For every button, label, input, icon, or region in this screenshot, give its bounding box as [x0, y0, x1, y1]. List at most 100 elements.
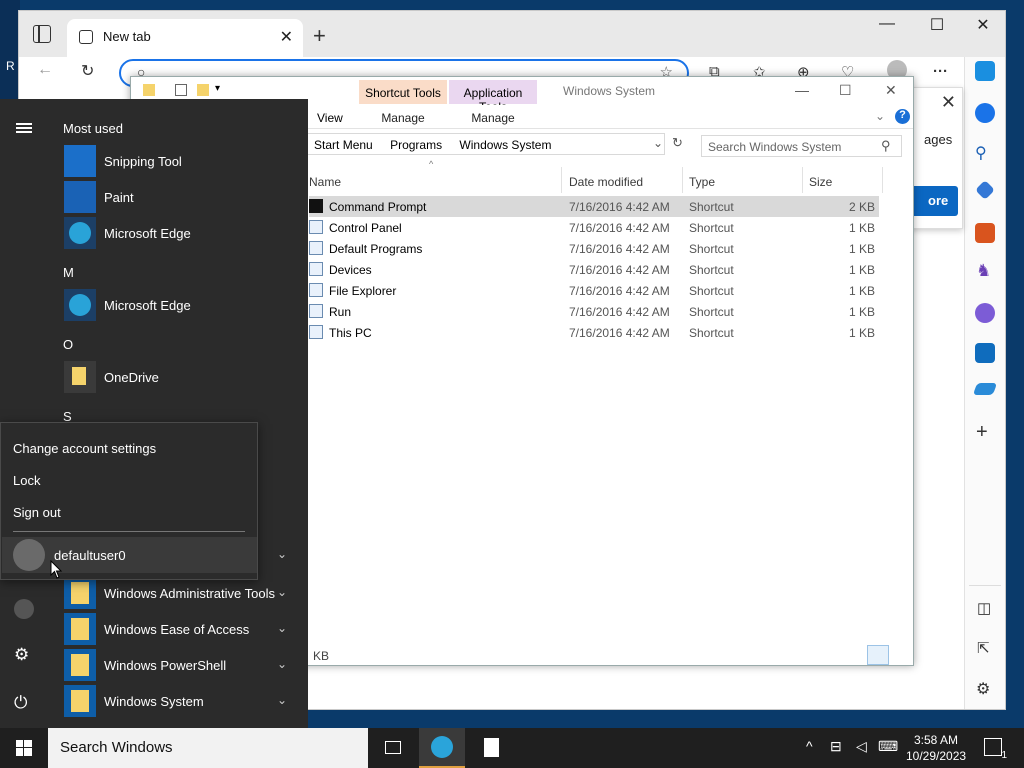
shortcut-icon: [309, 220, 323, 234]
folder-windows-system[interactable]: Windows System ⌄: [64, 685, 308, 719]
tab-new-tab[interactable]: New tab ✕: [67, 19, 303, 57]
username: defaultuser0: [54, 548, 126, 563]
app-onedrive[interactable]: OneDrive: [64, 361, 308, 395]
refresh-icon[interactable]: ↻: [81, 61, 94, 81]
column-divider[interactable]: [682, 167, 683, 193]
app-paint[interactable]: Paint: [64, 181, 308, 215]
history-dropdown-icon[interactable]: ⌄: [653, 136, 663, 150]
customize-quick-access-icon[interactable]: ▾: [215, 83, 220, 94]
search-icon[interactable]: ⚲: [975, 143, 987, 163]
settings-more-icon[interactable]: ···: [933, 63, 948, 80]
notifications-icon[interactable]: 1: [984, 738, 1007, 761]
cell-date: 7/16/2016 4:42 AM: [569, 200, 670, 214]
new-folder-icon[interactable]: [197, 84, 209, 96]
games-icon[interactable]: ♞: [976, 261, 991, 281]
sidebar-settings-icon[interactable]: ⚙: [976, 679, 990, 699]
breadcrumb[interactable]: ws Start Menu Programs Windows System: [281, 133, 665, 155]
folder-windows-ease-of-access[interactable]: Windows Ease of Access ⌄: [64, 613, 308, 647]
start-button[interactable]: [0, 728, 48, 768]
settings-gear-icon[interactable]: ⚙: [14, 645, 29, 665]
explorer-close-button[interactable]: ✕: [885, 82, 897, 99]
column-header-size[interactable]: Size: [809, 169, 832, 193]
properties-icon[interactable]: [175, 84, 187, 96]
table-row[interactable]: Control Panel 7/16/2016 4:42 AM Shortcut 1 …: [309, 217, 879, 238]
expand-ribbon-icon[interactable]: ⌄: [875, 109, 885, 123]
minimize-button[interactable]: —: [864, 15, 910, 33]
chevron-down-icon[interactable]: ⌄: [277, 547, 287, 561]
table-row[interactable]: File Explorer 7/16/2016 4:42 AM Shortcut 1 …: [309, 280, 879, 301]
search-input[interactable]: Search Windows System: [701, 135, 902, 157]
refresh-icon[interactable]: ↻: [672, 135, 683, 151]
section-heading-o[interactable]: O: [63, 337, 73, 352]
large-icons-view-button[interactable]: [891, 645, 913, 665]
current-user-item[interactable]: defaultuser0: [2, 537, 257, 573]
volume-muted-icon[interactable]: ◁: [856, 738, 867, 755]
tab-manage-shortcut[interactable]: Manage: [359, 111, 447, 125]
taskbar-notepad-button[interactable]: [468, 728, 514, 768]
table-row[interactable]: Default Programs 7/16/2016 4:42 AM Shortcu…: [309, 238, 879, 259]
app-microsoft-edge[interactable]: Microsoft Edge: [64, 289, 308, 323]
maximize-button[interactable]: ☐: [914, 15, 960, 35]
column-divider[interactable]: [561, 167, 562, 193]
tab-actions-icon[interactable]: [33, 25, 51, 43]
new-tab-button[interactable]: +: [313, 23, 326, 49]
add-icon[interactable]: +: [976, 421, 988, 444]
section-heading-m[interactable]: M: [63, 265, 74, 280]
taskbar-edge-button[interactable]: [419, 728, 465, 768]
outlook-icon[interactable]: [975, 343, 995, 363]
sidebar-divider: [969, 585, 1001, 586]
hamburger-menu-icon[interactable]: [16, 123, 32, 133]
drop-icon[interactable]: [972, 383, 998, 395]
explorer-maximize-button[interactable]: ☐: [839, 82, 852, 99]
popup-close-button[interactable]: ✕: [941, 92, 956, 113]
back-icon[interactable]: ←: [37, 61, 53, 79]
column-divider[interactable]: [802, 167, 803, 193]
column-header-date[interactable]: Date modified: [569, 169, 643, 193]
shopping-tag-icon[interactable]: [975, 180, 995, 200]
microsoft-365-icon[interactable]: [975, 303, 995, 323]
tab-shortcut-tools[interactable]: Shortcut Tools: [359, 80, 447, 104]
sign-out-item[interactable]: Sign out: [13, 505, 61, 520]
lock-item[interactable]: Lock: [13, 473, 40, 488]
table-row[interactable]: Command Prompt 7/16/2016 4:42 AM Shortcut 2…: [309, 196, 879, 217]
keyboard-icon[interactable]: ⌨: [878, 738, 898, 755]
clock[interactable]: 3:58 AM 10/29/2023: [906, 732, 966, 764]
help-icon[interactable]: ?: [895, 109, 910, 124]
change-account-settings-item[interactable]: Change account settings: [13, 441, 156, 456]
avatar: [13, 539, 45, 571]
breadcrumb-item[interactable]: Start Menu: [314, 138, 373, 152]
notifications-icon[interactable]: [975, 103, 995, 123]
column-header-type[interactable]: Type: [689, 169, 715, 193]
tools-icon[interactable]: [975, 223, 995, 243]
tab-manage-application[interactable]: Manage: [449, 111, 537, 125]
copilot-icon[interactable]: [975, 61, 995, 81]
open-external-icon[interactable]: ⇱: [977, 639, 990, 657]
table-row[interactable]: Devices 7/16/2016 4:42 AM Shortcut 1 KB: [309, 259, 879, 280]
taskbar-search-box[interactable]: Search Windows: [48, 728, 368, 768]
folder-windows-administrative-tools[interactable]: Windows Administrative Tools ⌄: [64, 577, 308, 611]
tab-view[interactable]: View: [317, 111, 343, 125]
network-icon[interactable]: ⊟: [830, 738, 842, 755]
task-view-button[interactable]: [370, 728, 416, 768]
app-snipping-tool[interactable]: Snipping Tool: [64, 145, 308, 179]
sidebar-toggle-icon[interactable]: ◫: [977, 599, 991, 617]
tab-close-button[interactable]: ✕: [280, 27, 293, 47]
close-button[interactable]: ✕: [960, 15, 1006, 35]
power-icon[interactable]: ⏻: [14, 693, 27, 713]
breadcrumb-item[interactable]: Windows System: [459, 138, 551, 152]
tab-application-tools[interactable]: Application Tools: [449, 80, 537, 114]
app-microsoft-edge[interactable]: Microsoft Edge: [64, 217, 308, 251]
details-view-button[interactable]: [867, 645, 889, 665]
explorer-minimize-button[interactable]: —: [795, 82, 809, 98]
table-row[interactable]: This PC 7/16/2016 4:42 AM Shortcut 1 KB: [309, 322, 879, 343]
column-header-name[interactable]: Name: [309, 169, 341, 193]
chevron-down-icon: ⌄: [277, 657, 288, 671]
table-row[interactable]: Run 7/16/2016 4:42 AM Shortcut 1 KB: [309, 301, 879, 322]
folder-windows-powershell[interactable]: Windows PowerShell ⌄: [64, 649, 308, 683]
show-hidden-icons[interactable]: ^: [806, 738, 813, 754]
cell-name: Devices: [329, 263, 372, 277]
breadcrumb-item[interactable]: Programs: [390, 138, 442, 152]
column-divider[interactable]: [882, 167, 883, 193]
cell-name: Command Prompt: [329, 200, 427, 214]
user-account-icon[interactable]: [14, 599, 34, 619]
